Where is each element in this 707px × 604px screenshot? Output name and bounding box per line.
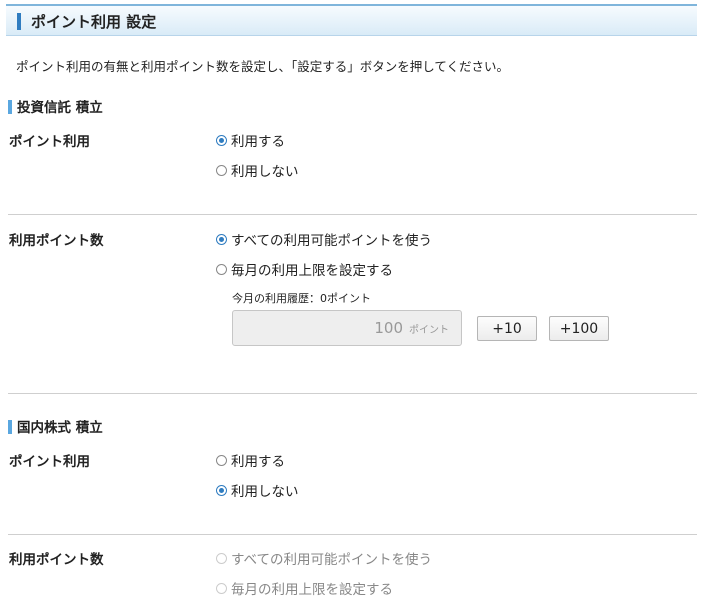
stock-amount-limit-radio: 毎月の利用上限を設定する <box>216 578 393 598</box>
add-100-button[interactable]: +100 <box>549 316 609 341</box>
points-input-value: 100 <box>374 319 403 337</box>
page-header: ポイント利用 設定 <box>6 4 697 36</box>
divider <box>8 393 697 394</box>
radio-checked-icon <box>216 484 227 496</box>
usage-history: 今月の利用履歴：0ポイント <box>232 292 371 305</box>
divider <box>8 534 697 535</box>
radio-label: 利用しない <box>231 164 299 180</box>
radio-unchecked-icon <box>216 263 227 275</box>
radio-label: 利用する <box>231 134 285 150</box>
fund-usage-use-radio[interactable]: 利用する <box>216 130 285 150</box>
point-amount-label: 利用ポイント数 <box>9 552 104 568</box>
radio-label: すべての利用可能ポイントを使う <box>231 233 433 249</box>
add-10-button[interactable]: +10 <box>477 316 537 341</box>
radio-unchecked-icon <box>216 454 227 466</box>
points-input[interactable]: 100 ポイント <box>232 310 462 346</box>
point-usage-label: ポイント利用 <box>9 134 90 150</box>
intro-text: ポイント利用の有無と利用ポイント数を設定し、「設定する」ボタンを押してください。 <box>16 59 510 74</box>
section-title-stock: 国内株式 積立 <box>8 416 103 436</box>
header-accent-bar <box>17 13 21 30</box>
radio-label: 利用する <box>231 454 285 470</box>
radio-unchecked-icon <box>216 164 227 176</box>
point-usage-label: ポイント利用 <box>9 454 90 470</box>
fund-amount-limit-radio[interactable]: 毎月の利用上限を設定する <box>216 259 393 279</box>
radio-label: 毎月の利用上限を設定する <box>231 263 393 279</box>
radio-label: 利用しない <box>231 484 299 500</box>
radio-checked-icon <box>216 233 227 245</box>
page-title: ポイント利用 設定 <box>31 13 157 31</box>
stock-usage-nouse-radio[interactable]: 利用しない <box>216 480 299 500</box>
radio-label: すべての利用可能ポイントを使う <box>231 552 433 568</box>
point-amount-label: 利用ポイント数 <box>9 233 104 249</box>
radio-disabled-icon <box>216 582 227 594</box>
stock-usage-use-radio[interactable]: 利用する <box>216 450 285 470</box>
section-title-text: 投資信託 積立 <box>17 100 103 116</box>
radio-label: 毎月の利用上限を設定する <box>231 582 393 598</box>
radio-checked-icon <box>216 134 227 146</box>
section-title-text: 国内株式 積立 <box>17 420 103 436</box>
section-accent-bar <box>8 420 12 434</box>
stock-amount-all-radio: すべての利用可能ポイントを使う <box>216 548 432 568</box>
section-title-fund: 投資信託 積立 <box>8 96 103 116</box>
divider <box>8 214 697 215</box>
radio-disabled-icon <box>216 552 227 564</box>
fund-usage-nouse-radio[interactable]: 利用しない <box>216 160 299 180</box>
section-accent-bar <box>8 100 12 114</box>
fund-amount-all-radio[interactable]: すべての利用可能ポイントを使う <box>216 229 432 249</box>
points-input-unit: ポイント <box>409 324 449 336</box>
